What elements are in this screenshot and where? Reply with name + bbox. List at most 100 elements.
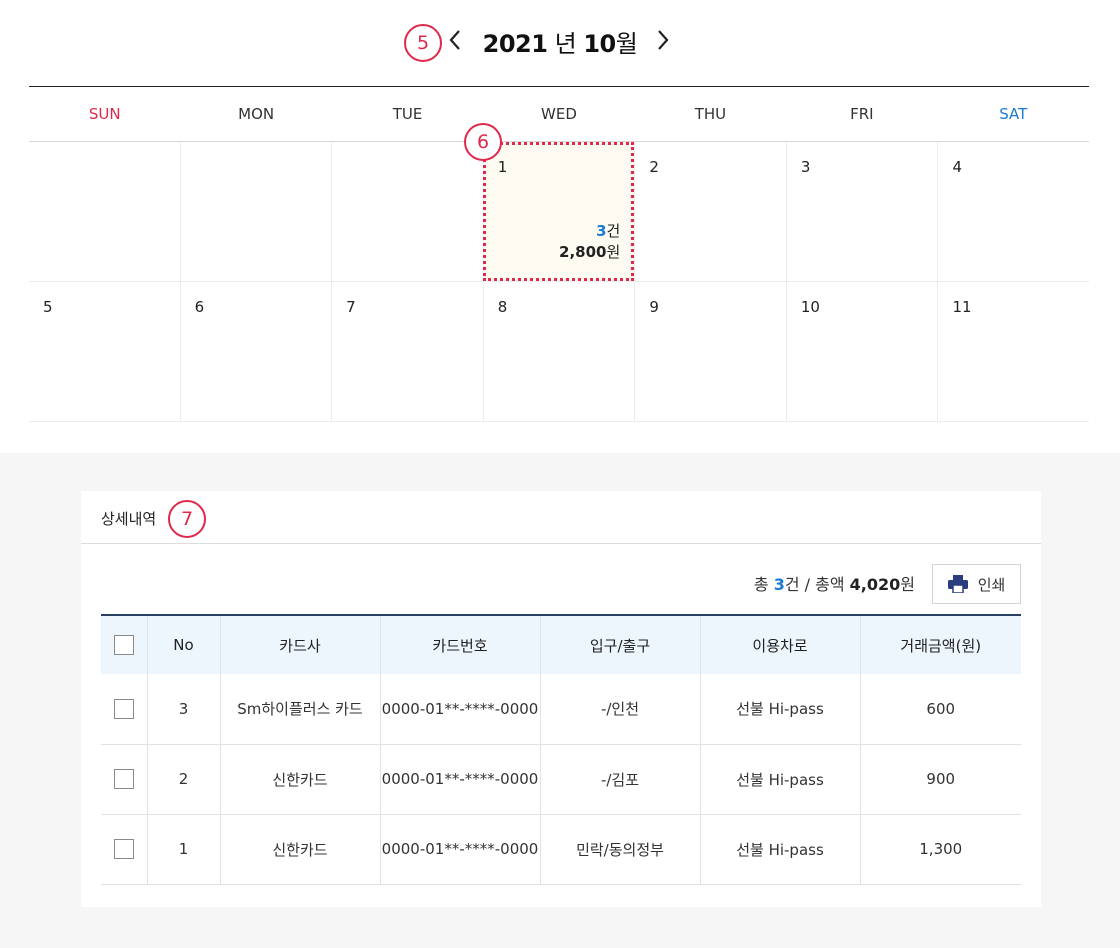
year-unit: 년 (554, 30, 577, 58)
row-checkbox[interactable] (113, 839, 134, 859)
cell-amount: 1,300 (859, 814, 1021, 885)
day-number: 9 (649, 298, 659, 316)
cell-card-company: 신한카드 (219, 814, 380, 885)
select-all-checkbox[interactable] (113, 635, 134, 655)
weekday-tue: TUE (392, 105, 423, 123)
month-unit: 월 (615, 30, 638, 58)
column-header-card-company: 카드사 (219, 615, 380, 674)
weekday-sun: SUN (88, 105, 121, 123)
calendar-day[interactable]: 3 (785, 142, 938, 281)
row-checkbox[interactable] (113, 769, 134, 789)
day-count-unit: 건 (606, 222, 621, 240)
calendar-day[interactable]: 10 (785, 282, 938, 421)
column-header-lane: 이용차로 (699, 615, 860, 674)
cell-no: 3 (146, 674, 220, 745)
calendar-day[interactable]: 7 (331, 282, 483, 421)
weekday-fri: FRI (850, 105, 874, 123)
cell-lane: 선불 Hi-pass (699, 744, 860, 815)
annotation-badge-5: 5 (404, 24, 442, 62)
calendar-day-empty (29, 142, 180, 281)
annotation-badge-7: 7 (168, 500, 206, 538)
transaction-table: No 카드사 카드번호 입구/출구 이용차로 거래금액(원) 3 Sm하이플러스… (101, 614, 1021, 885)
next-month-button[interactable] (648, 22, 678, 58)
total-count: 3 (773, 575, 785, 594)
day-number: 10 (800, 298, 820, 316)
cell-card-number: 0000-01**-****-0000 (379, 814, 540, 885)
cell-lane: 선불 Hi-pass (699, 814, 860, 885)
print-label: 인쇄 (977, 575, 1006, 594)
calendar-day[interactable]: 11 (937, 282, 1089, 421)
calendar-day[interactable]: 8 (482, 282, 635, 421)
weekday-sat: SAT (999, 105, 1028, 123)
row-checkbox-cell (101, 674, 147, 745)
cell-amount: 900 (859, 744, 1021, 815)
calendar-header: 5 2021 년 10월 (0, 20, 1120, 64)
day-number: 4 (952, 158, 963, 176)
detail-section: 상세내역 7 총 3건 / 총액 4,020원 인쇄 No 카드사 카드번호 입… (0, 453, 1120, 948)
day-number: 7 (346, 298, 356, 316)
chevron-left-icon (449, 30, 460, 50)
total-count-suffix: 건 / 총액 (784, 575, 850, 594)
table-row: 3 Sm하이플러스 카드 0000-01**-****-0000 -/인천 선불… (101, 674, 1021, 745)
cell-entry-exit: -/인천 (539, 674, 700, 745)
weekday-row: SUN MON TUE WED THU FRI SAT (29, 87, 1089, 142)
cell-no: 1 (146, 814, 220, 885)
calendar-day-selected[interactable]: 1 3건 2,800원 (482, 142, 635, 281)
annotation-badge-6: 6 (464, 123, 502, 161)
day-number: 2 (649, 158, 659, 176)
weekday-thu: THU (694, 105, 727, 123)
select-all-cell (101, 615, 147, 674)
weekday-mon: MON (238, 105, 275, 123)
chevron-right-icon (658, 30, 669, 50)
calendar-week: 1 3건 2,800원 2 3 4 (29, 142, 1089, 282)
total-amount: 4,020 (849, 575, 901, 594)
detail-title-row: 상세내역 7 (81, 491, 1041, 544)
cell-lane: 선불 Hi-pass (699, 674, 860, 745)
day-number: 1 (497, 158, 508, 176)
day-number: 6 (194, 298, 205, 316)
month-title: 2021 년 10월 (480, 24, 640, 59)
print-button[interactable]: 인쇄 (932, 564, 1021, 604)
cell-card-company: 신한카드 (219, 744, 380, 815)
detail-panel: 상세내역 7 총 3건 / 총액 4,020원 인쇄 No 카드사 카드번호 입… (81, 491, 1041, 907)
column-header-entry-exit: 입구/출구 (539, 615, 700, 674)
cell-card-number: 0000-01**-****-0000 (379, 674, 540, 745)
day-count: 3 (596, 222, 607, 240)
calendar-day[interactable]: 5 (29, 282, 180, 421)
column-header-amount: 거래금액(원) (859, 615, 1021, 674)
row-checkbox[interactable] (113, 698, 134, 719)
cell-no: 2 (146, 744, 220, 815)
calendar-day-empty (331, 142, 483, 281)
calendar-day[interactable]: 2 (634, 142, 786, 281)
day-number: 8 (497, 298, 508, 316)
day-amount: 2,800 (559, 243, 607, 261)
day-number: 3 (800, 158, 811, 176)
table-row: 2 신한카드 0000-01**-****-0000 -/김포 선불 Hi-pa… (101, 744, 1021, 815)
calendar-grid: SUN MON TUE WED THU FRI SAT 1 3건 2,800원 … (29, 86, 1089, 422)
year-value: 2021 (482, 30, 548, 58)
weekday-wed: WED (541, 105, 577, 123)
cell-card-number: 0000-01**-****-0000 (379, 744, 540, 815)
calendar-day-empty (179, 142, 332, 281)
day-summary: 3건 2,800원 (559, 221, 620, 263)
printer-icon (947, 575, 968, 593)
cell-entry-exit: -/김포 (539, 744, 700, 815)
prev-month-button[interactable] (440, 22, 470, 58)
table-row: 1 신한카드 0000-01**-****-0000 민락/동의정부 선불 Hi… (101, 814, 1021, 885)
month-value: 10 (583, 30, 616, 58)
day-number: 5 (43, 298, 53, 316)
calendar-day[interactable]: 9 (634, 282, 786, 421)
day-number: 11 (952, 298, 972, 316)
cell-card-company: Sm하이플러스 카드 (219, 674, 380, 745)
column-header-no: No (146, 615, 220, 674)
table-header-row: No 카드사 카드번호 입구/출구 이용차로 거래금액(원) (101, 615, 1021, 674)
calendar-day[interactable]: 6 (179, 282, 332, 421)
cell-entry-exit: 민락/동의정부 (539, 814, 700, 885)
total-summary: 총 3건 / 총액 4,020원 (754, 571, 915, 595)
calendar-week: 5 6 7 8 9 10 11 (29, 282, 1089, 422)
row-checkbox-cell (101, 814, 147, 885)
cell-amount: 600 (859, 674, 1021, 745)
calendar-day[interactable]: 4 (937, 142, 1089, 281)
column-header-card-number: 카드번호 (379, 615, 540, 674)
total-prefix: 총 (753, 575, 774, 594)
